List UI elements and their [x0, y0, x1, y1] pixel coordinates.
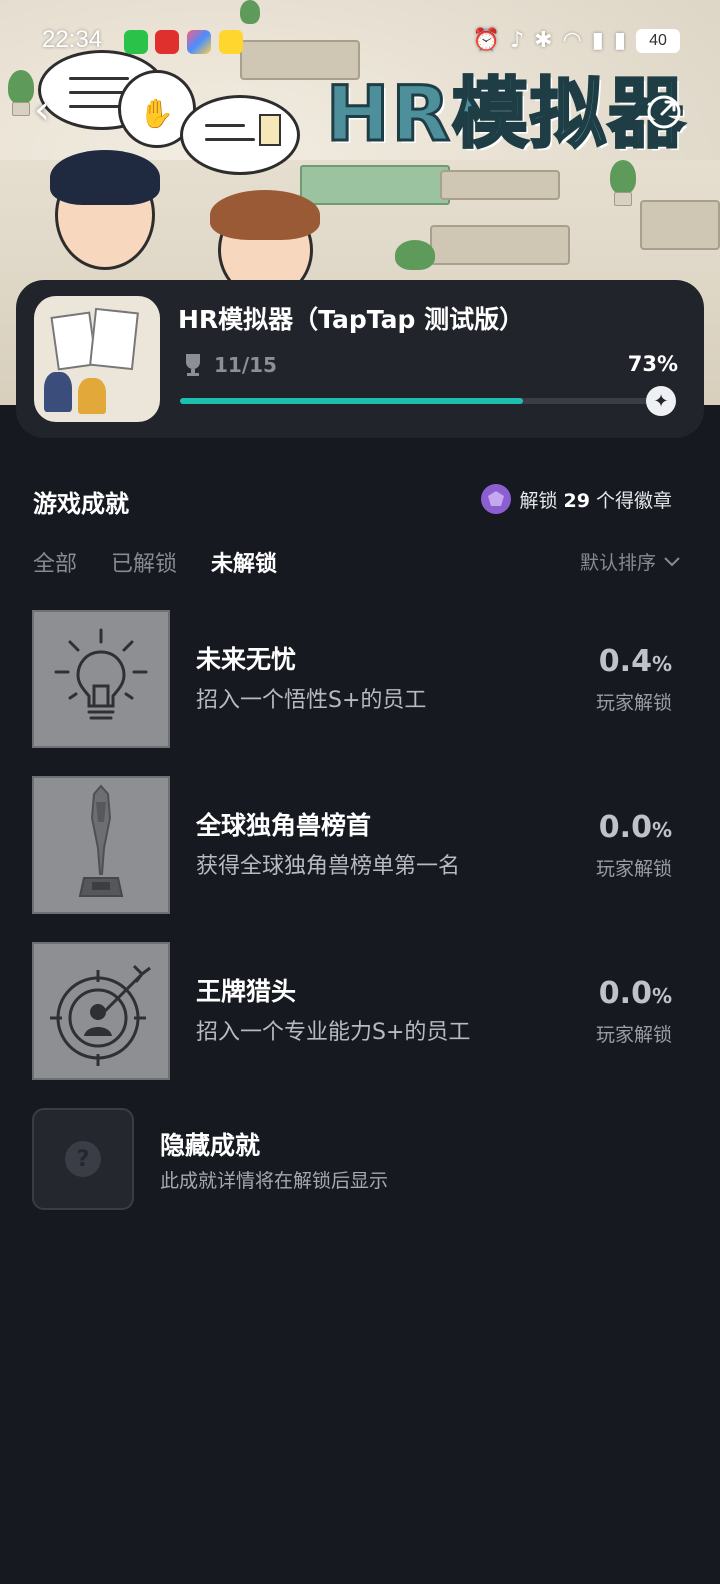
achievement-percent-value: 0.0	[598, 976, 652, 1011]
plant	[610, 160, 636, 194]
achievement-percent: 0.4%	[599, 644, 672, 679]
section-title: 游戏成就	[33, 490, 129, 518]
achievement-percent-label: 玩家解锁	[595, 692, 672, 714]
achievement-percent-value: 0.4	[598, 644, 652, 679]
office-desk	[440, 170, 560, 200]
office-desk	[430, 225, 570, 265]
battery-icon: 40	[636, 28, 680, 53]
badge-summary[interactable]: 解锁 29 个得徽章	[481, 484, 672, 514]
percent-sign: %	[651, 984, 672, 1008]
document-bubble	[180, 95, 300, 175]
plant	[8, 70, 34, 104]
badge-icon	[481, 484, 512, 514]
back-icon[interactable]: ‹	[34, 90, 74, 130]
percent-sign: %	[651, 818, 672, 842]
trophy-row: 11/15	[182, 352, 277, 378]
achievement-item[interactable]: 全球独角兽榜首 获得全球独角兽榜单第一名 0.0% 玩家解锁	[32, 776, 688, 916]
lightbulb-icon	[32, 610, 170, 748]
mute-icon: ♪	[510, 28, 525, 53]
badge-prefix: 解锁	[519, 489, 564, 512]
game-card[interactable]: HR模拟器（TapTap 测试版） 11/15 73% ✦	[16, 280, 704, 438]
office-printer	[640, 200, 720, 250]
5g-signal-icon: ▮	[613, 28, 626, 53]
tab-unlocked[interactable]: 已解锁	[111, 546, 177, 578]
status-time: 22:34	[42, 26, 103, 53]
sparkle-icon: ✦	[646, 386, 676, 416]
netease-music-icon	[155, 30, 179, 54]
alarm-icon: ⏰	[472, 28, 501, 53]
game-thumbnail	[34, 296, 160, 422]
game-title: HR模拟器（TapTap 测试版）	[178, 305, 525, 334]
achievement-desc: 招入一个悟性S+的员工	[196, 688, 427, 713]
trophy-icon	[32, 776, 170, 914]
office-partition	[300, 165, 450, 205]
achievement-percent: 0.0%	[599, 976, 672, 1011]
sort-label: 默认排序	[579, 552, 656, 574]
progress-fill	[180, 398, 524, 404]
plant	[395, 240, 435, 270]
achievement-percent-value: 0.0	[598, 810, 652, 845]
plant-pot	[614, 192, 632, 206]
hidden-achievement-thumb: ?	[32, 1108, 134, 1210]
hidden-achievement-desc: 此成就详情将在解锁后显示	[160, 1170, 389, 1192]
bluetooth-icon: ✱	[534, 28, 553, 53]
status-bar: 22:34 ⏰ ♪ ✱ ◠ ▮ ▮ 40	[0, 22, 720, 62]
achievement-percent-label: 玩家解锁	[595, 1024, 672, 1046]
achievement-item[interactable]: 王牌猎头 招入一个专业能力S+的员工 0.0% 玩家解锁	[32, 942, 688, 1082]
badge-suffix: 个得徽章	[589, 489, 672, 512]
filter-tabs: 全部 已解锁 未解锁	[33, 546, 277, 578]
wifi-icon: ◠	[562, 28, 582, 53]
trophy-count: 11/15	[214, 353, 277, 377]
percent-sign: %	[651, 652, 672, 676]
tab-locked[interactable]: 未解锁	[211, 546, 277, 578]
chevron-down-icon	[664, 556, 680, 566]
female-hair	[210, 190, 320, 240]
achievement-name: 全球独角兽榜首	[196, 811, 372, 840]
progress-percent: 73%	[627, 352, 678, 376]
badge-count: 29	[563, 489, 590, 512]
achievement-percent-label: 玩家解锁	[595, 858, 672, 880]
banner-title: HR模拟器	[324, 68, 686, 160]
question-icon: ?	[65, 1141, 101, 1177]
hidden-achievement-name: 隐藏成就	[160, 1131, 261, 1160]
plant	[240, 0, 260, 24]
5g-signal-icon: ▮	[591, 28, 604, 53]
achievement-desc: 获得全球独角兽榜单第一名	[196, 854, 461, 879]
achievement-item[interactable]: 未来无忧 招入一个悟性S+的员工 0.4% 玩家解锁	[32, 610, 688, 750]
achievement-desc: 招入一个专业能力S+的员工	[196, 1020, 471, 1045]
plant-pot	[12, 102, 30, 116]
achievement-name: 未来无忧	[196, 645, 297, 674]
share-icon[interactable]	[644, 92, 684, 132]
achievement-name: 王牌猎头	[196, 977, 297, 1006]
achievement-percent: 0.0%	[599, 810, 672, 845]
tab-all[interactable]: 全部	[33, 546, 77, 578]
male-hair	[50, 150, 160, 205]
trophy-icon	[186, 354, 200, 376]
target-person-icon	[32, 942, 170, 1080]
status-right: ⏰ ♪ ✱ ◠ ▮ ▮ 40	[473, 28, 680, 53]
sort-dropdown[interactable]: 默认排序	[580, 548, 680, 575]
wechat-icon	[124, 30, 148, 54]
progress-bar	[180, 398, 650, 404]
photos-icon	[187, 30, 211, 54]
hidden-achievement[interactable]: ? 隐藏成就 此成就详情将在解锁后显示	[32, 1108, 688, 1212]
mango-icon	[219, 30, 243, 54]
